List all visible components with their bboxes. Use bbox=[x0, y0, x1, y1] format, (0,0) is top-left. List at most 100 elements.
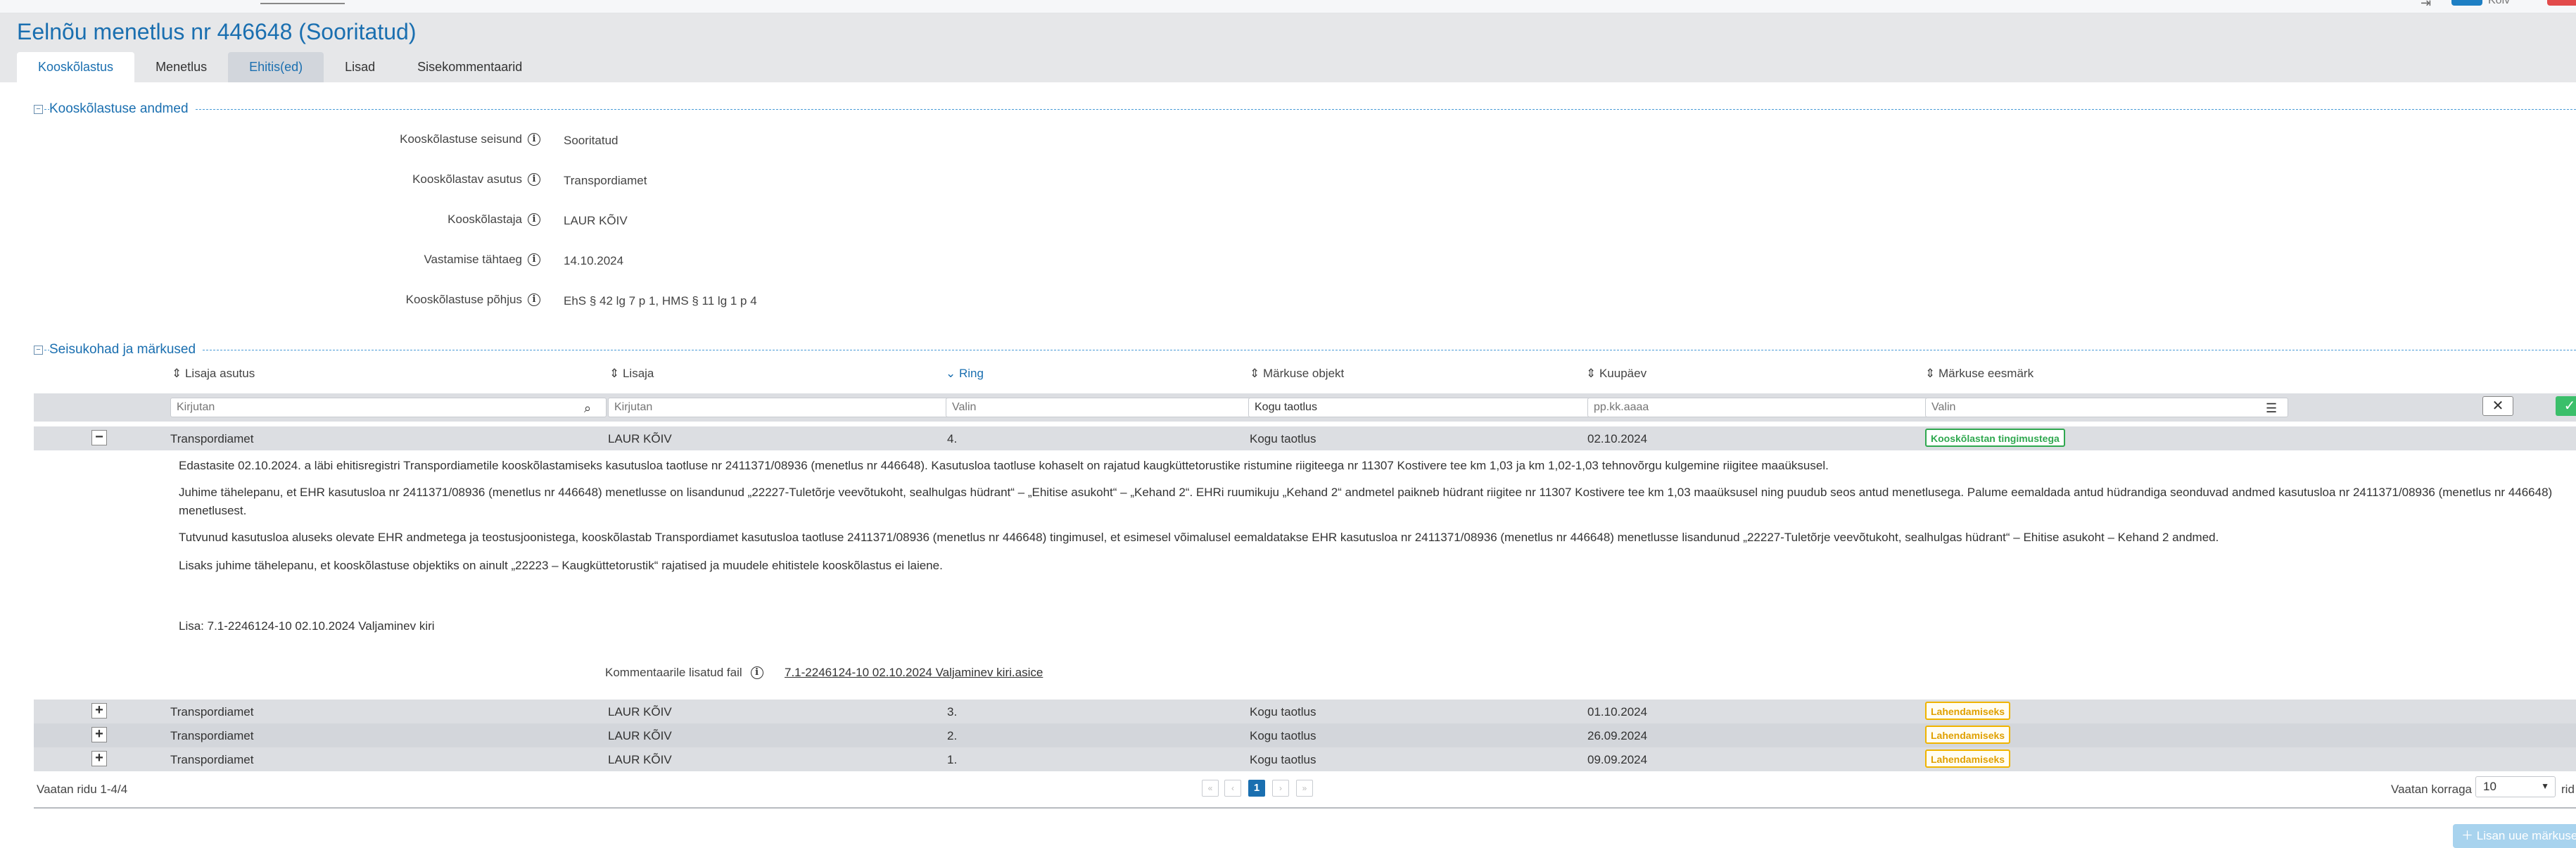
column-header-eesmark[interactable]: ⇕ Märkuse eesmärk bbox=[1925, 367, 2033, 381]
status-badge: Kooskõlastan tingimustega bbox=[1925, 429, 2065, 447]
filter-ring-select[interactable] bbox=[946, 398, 1274, 417]
tab-menetlus[interactable]: Menetlus bbox=[134, 52, 228, 82]
section-seisukohad: − Seisukohad ja märkused bbox=[34, 342, 2576, 357]
cell-ring: 1. bbox=[947, 753, 958, 766]
user-button[interactable] bbox=[2451, 0, 2482, 6]
cell-lisaja: LAUR KÕIV bbox=[608, 729, 672, 742]
divider bbox=[34, 807, 2576, 809]
field-label-seisund: Kooskõlastuse seisund i bbox=[400, 132, 540, 146]
cell-lisaja: LAUR KÕIV bbox=[608, 432, 672, 445]
info-icon[interactable]: i bbox=[528, 133, 540, 146]
field-value-pohjus: EhS § 42 lg 7 p 1, HMS § 11 lg 1 p 4 bbox=[564, 294, 757, 308]
field-value-seisund: Sooritatud bbox=[564, 134, 618, 147]
field-label-text: Kooskõlastuse põhjus bbox=[405, 293, 522, 306]
expand-row-button[interactable]: + bbox=[91, 751, 107, 766]
clear-filters-button[interactable]: ✕ bbox=[2482, 396, 2513, 416]
filter-bar: ⌕ ⌕ ☰ Kogu taotlus ⌕ ▦ ☰ bbox=[34, 393, 2576, 422]
sort-icon: ⇕ bbox=[1250, 367, 1263, 380]
share-icon[interactable]: ⇥ bbox=[2420, 0, 2431, 11]
cell-lisaja: LAUR KÕIV bbox=[608, 705, 672, 719]
next-page-button[interactable]: › bbox=[1272, 780, 1289, 797]
chevron-down-icon: ▼ bbox=[2541, 781, 2549, 791]
table-row[interactable]: + Transpordiamet LAUR KÕIV 1. Kogu taotl… bbox=[34, 747, 2576, 771]
plus-icon: ＋ bbox=[2461, 829, 2477, 842]
info-icon[interactable]: i bbox=[528, 293, 540, 306]
field-label-tahtaeg: Vastamise tähtaeg i bbox=[424, 253, 540, 267]
field-value-tahtaeg: 14.10.2024 bbox=[564, 254, 624, 267]
field-label-asutus: Kooskõlastav asutus i bbox=[412, 172, 540, 186]
tab-sisekommentaarid[interactable]: Sisekommentaarid bbox=[396, 52, 543, 82]
cell-objekt: Kogu taotlus bbox=[1250, 729, 1316, 742]
tab-bar: Kooskõlastus Menetlus Ehitis(ed) Lisad S… bbox=[17, 52, 543, 82]
cell-asutus: Transpordiamet bbox=[170, 432, 254, 445]
user-label: Kõiv bbox=[2488, 0, 2511, 6]
info-icon[interactable]: i bbox=[528, 213, 540, 226]
sort-icon: ⇕ bbox=[172, 367, 185, 380]
status-badge: Lahendamiseks bbox=[1925, 749, 2011, 768]
cell-objekt: Kogu taotlus bbox=[1250, 753, 1316, 766]
comment-paragraph: Tutvunud kasutusloa aluseks olevate EHR … bbox=[179, 531, 2219, 544]
last-page-button[interactable]: » bbox=[1296, 780, 1313, 797]
comment-paragraph: Juhime tähelepanu, et EHR kasutusloa nr … bbox=[179, 486, 2553, 517]
section-divider bbox=[34, 109, 2576, 110]
column-header-objekt[interactable]: ⇕ Märkuse objekt bbox=[1250, 367, 1344, 381]
field-label-text: Kooskõlastaja bbox=[448, 213, 522, 226]
cell-kuupaev: 02.10.2024 bbox=[1587, 432, 1648, 445]
filter-kuupaev-input[interactable] bbox=[1587, 398, 1948, 417]
page-size-select[interactable]: 10 ▼ bbox=[2475, 776, 2556, 797]
prev-page-button[interactable]: ‹ bbox=[1224, 780, 1241, 797]
page-size-suffix: rid bbox=[2561, 783, 2575, 796]
first-page-button[interactable]: « bbox=[1202, 780, 1219, 797]
top-link[interactable] bbox=[260, 0, 345, 4]
table-row[interactable]: + Transpordiamet LAUR KÕIV 2. Kogu taotl… bbox=[34, 723, 2576, 747]
info-icon[interactable]: i bbox=[750, 666, 763, 679]
column-header-ring[interactable]: ⌄ Ring bbox=[946, 367, 984, 381]
list-icon[interactable]: ☰ bbox=[2266, 401, 2277, 416]
cell-objekt: Kogu taotlus bbox=[1250, 432, 1316, 445]
section-title: Seisukohad ja märkused bbox=[49, 342, 202, 357]
column-header-asutus[interactable]: ⇕ Lisaja asutus bbox=[172, 367, 255, 381]
file-label: Kommentaarile lisatud fail i bbox=[605, 666, 763, 680]
cell-asutus: Transpordiamet bbox=[170, 729, 254, 742]
cell-ring: 3. bbox=[947, 705, 958, 719]
tab-kooskolastus[interactable]: Kooskõlastus bbox=[17, 52, 135, 82]
page-size-label: Vaatan korraga bbox=[2391, 783, 2472, 796]
field-label-text: Vastamise tähtaeg bbox=[424, 253, 522, 266]
column-header-lisaja[interactable]: ⇕ Lisaja bbox=[609, 367, 654, 381]
search-icon[interactable]: ⌕ bbox=[584, 401, 591, 416]
cell-ring: 2. bbox=[947, 729, 958, 742]
page-button[interactable]: 1 bbox=[1248, 780, 1265, 797]
expand-row-button[interactable]: + bbox=[91, 703, 107, 719]
expand-row-button[interactable]: + bbox=[91, 727, 107, 742]
row-detail: Edastasite 02.10.2024. a läbi ehitisregi… bbox=[34, 451, 2576, 698]
comment-paragraph: Lisaks juhime tähelepanu, et kooskõlastu… bbox=[179, 559, 943, 572]
tab-ehitised[interactable]: Ehitis(ed) bbox=[228, 52, 324, 82]
filter-objekt-input[interactable]: Kogu taotlus bbox=[1248, 398, 1618, 417]
collapse-row-button[interactable]: − bbox=[91, 430, 107, 445]
info-icon[interactable]: i bbox=[528, 253, 540, 266]
info-icon[interactable]: i bbox=[528, 173, 540, 186]
filter-eesmark-select[interactable] bbox=[1925, 398, 2288, 417]
comment-attachment-note: Lisa: 7.1-2246124-10 02.10.2024 Valjamin… bbox=[179, 619, 435, 633]
column-header-kuupaev[interactable]: ⇕ Kuupäev bbox=[1586, 367, 1647, 381]
sort-icon: ⇕ bbox=[1586, 367, 1599, 380]
table-row[interactable]: − Transpordiamet LAUR KÕIV 4. Kogu taotl… bbox=[34, 426, 2576, 450]
status-badge: Lahendamiseks bbox=[1925, 726, 2011, 744]
collapse-icon[interactable]: − bbox=[34, 105, 43, 114]
sort-icon: ⇕ bbox=[609, 367, 623, 380]
cell-asutus: Transpordiamet bbox=[170, 753, 254, 766]
apply-filters-button[interactable]: ✓ bbox=[2556, 396, 2576, 416]
field-label-text: Kooskõlastav asutus bbox=[412, 172, 522, 186]
filter-asutus-input[interactable] bbox=[170, 398, 607, 417]
top-toolbar: ⇥ Kõiv bbox=[0, 0, 2576, 13]
table-row[interactable]: + Transpordiamet LAUR KÕIV 3. Kogu taotl… bbox=[34, 700, 2576, 723]
cell-lisaja: LAUR KÕIV bbox=[608, 753, 672, 766]
filter-lisaja-input[interactable] bbox=[608, 398, 977, 417]
tab-lisad[interactable]: Lisad bbox=[324, 52, 396, 82]
cell-objekt: Kogu taotlus bbox=[1250, 705, 1316, 719]
add-comment-button[interactable]: ＋ Lisan uue märkuse bbox=[2453, 824, 2576, 848]
status-badge: Lahendamiseks bbox=[1925, 702, 2011, 720]
attached-file-link[interactable]: 7.1-2246124-10 02.10.2024 Valjaminev kir… bbox=[785, 666, 1043, 680]
collapse-icon[interactable]: − bbox=[34, 346, 43, 355]
logout-button[interactable] bbox=[2547, 0, 2576, 6]
